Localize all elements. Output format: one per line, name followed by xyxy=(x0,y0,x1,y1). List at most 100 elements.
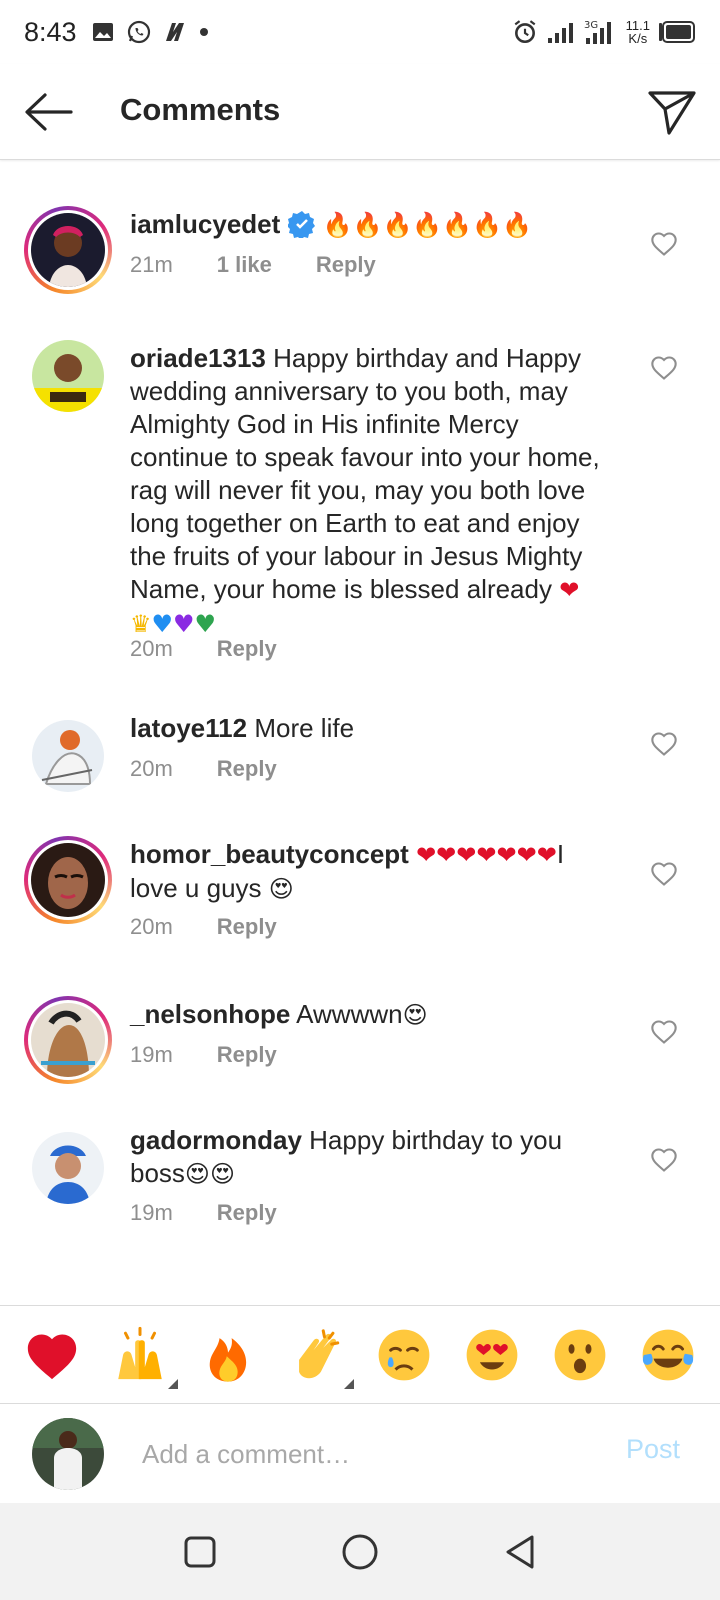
comment-meta: 20m Reply xyxy=(130,636,277,662)
reaction-crying-face[interactable] xyxy=(372,1323,436,1387)
comment-emojis: 😍 xyxy=(268,875,294,903)
comment-username[interactable]: latoye112 xyxy=(130,713,247,743)
crying-face-icon xyxy=(378,1329,430,1380)
comment-text: gadormonday Happy birthday to you boss😍😍 xyxy=(130,1124,610,1191)
direct-send-icon xyxy=(648,91,696,135)
reply-button[interactable]: Reply xyxy=(217,1200,277,1226)
share-button[interactable] xyxy=(644,86,700,138)
net-speed-unit: K/s xyxy=(628,31,648,46)
comment-username[interactable]: oriade1313 xyxy=(130,343,266,373)
comment-message: Awwwwn xyxy=(296,999,403,1029)
n-app-icon xyxy=(165,23,184,41)
current-user-avatar xyxy=(32,1418,104,1490)
comment-meta: 19m Reply xyxy=(130,1042,277,1068)
reaction-heart-eyes-face[interactable] xyxy=(460,1323,524,1387)
avatar-story-ring[interactable] xyxy=(24,206,112,294)
comment-username[interactable]: homor_beautyconcept xyxy=(130,839,409,869)
reaction-clapping-hands[interactable] xyxy=(284,1323,354,1389)
avatar xyxy=(32,1132,104,1204)
like-heart-icon[interactable] xyxy=(650,1146,678,1174)
comment-emojis: 😍 xyxy=(402,1001,428,1029)
avatar-story-ring[interactable] xyxy=(24,996,112,1084)
comment-meta: 20m Reply xyxy=(130,756,277,782)
reply-button[interactable]: Reply xyxy=(217,636,277,662)
comment-list: iamlucyedet 🔥🔥🔥🔥🔥🔥🔥 21m 1 like Reply ori… xyxy=(0,160,720,1305)
avatar xyxy=(32,720,104,792)
comment-emojis: 🔥🔥🔥🔥🔥🔥🔥 xyxy=(322,211,532,239)
battery-icon xyxy=(659,21,695,43)
recents-button[interactable] xyxy=(170,1522,230,1582)
heart-eyes-face-icon xyxy=(466,1329,518,1380)
comment-time: 20m xyxy=(130,636,173,661)
home-button[interactable] xyxy=(330,1522,390,1582)
reply-button[interactable]: Reply xyxy=(217,756,277,782)
avatar-wrapper[interactable] xyxy=(24,1124,112,1212)
like-heart-icon[interactable] xyxy=(650,860,678,888)
comment-likes[interactable]: 1 like xyxy=(217,252,272,278)
comment-time: 19m xyxy=(130,1200,173,1225)
reply-button[interactable]: Reply xyxy=(316,252,376,278)
whatsapp-icon xyxy=(127,20,150,44)
verified-badge-icon xyxy=(287,211,315,238)
avatar-wrapper[interactable] xyxy=(24,332,112,420)
signal-4g-icon: 3G xyxy=(584,20,611,44)
comment-time: 20m xyxy=(130,914,173,939)
comment-time: 21m xyxy=(130,252,173,277)
avatar xyxy=(32,340,104,412)
post-button[interactable]: Post xyxy=(626,1434,680,1465)
svg-text:3G: 3G xyxy=(584,20,598,31)
comment-username[interactable]: _nelsonhope xyxy=(130,999,290,1029)
comment-username[interactable]: gadormonday xyxy=(130,1125,302,1155)
comment-meta: 19m Reply xyxy=(130,1200,277,1226)
comment-message: Happy birthday and Happy wedding anniver… xyxy=(130,343,600,604)
avatar-wrapper[interactable] xyxy=(24,712,112,800)
comment-time: 20m xyxy=(130,756,173,781)
recents-square-icon xyxy=(184,1536,216,1567)
comment-meta: 21m 1 like Reply xyxy=(130,252,376,278)
reaction-raised-hands[interactable] xyxy=(108,1323,178,1389)
comment-composer: Post xyxy=(0,1403,720,1503)
avatar-story-ring[interactable] xyxy=(24,836,112,924)
back-triangle-icon xyxy=(506,1535,534,1568)
header: Comments xyxy=(0,64,720,160)
comment-text: oriade1313 Happy birthday and Happy wedd… xyxy=(130,342,610,641)
comment-meta: 20m Reply xyxy=(130,914,277,940)
avatar xyxy=(31,213,105,287)
system-nav-bar xyxy=(0,1503,720,1600)
like-heart-icon[interactable] xyxy=(650,1018,678,1046)
comment-message: More life xyxy=(254,713,355,743)
like-heart-icon[interactable] xyxy=(650,730,678,758)
signal-icon xyxy=(547,23,573,43)
status-right: 3G 11.1 K/s xyxy=(512,0,696,64)
reaction-tears-of-joy-face[interactable] xyxy=(636,1323,700,1387)
like-heart-icon[interactable] xyxy=(650,354,678,382)
back-nav-button[interactable] xyxy=(490,1522,550,1582)
gallery-icon xyxy=(92,23,113,41)
alarm-icon xyxy=(514,20,536,44)
avatar xyxy=(31,1003,105,1077)
reaction-red-heart[interactable] xyxy=(20,1323,84,1387)
comment-text: latoye112 More life xyxy=(130,712,610,745)
comment-time: 19m xyxy=(130,1042,173,1067)
comment-text: homor_beautyconcept ❤❤❤❤❤❤❤I love u guys… xyxy=(130,838,610,906)
reaction-surprised-face[interactable] xyxy=(548,1323,612,1387)
comment-text: iamlucyedet 🔥🔥🔥🔥🔥🔥🔥 xyxy=(130,208,610,242)
comment-username[interactable]: iamlucyedet xyxy=(130,209,280,239)
back-arrow-icon xyxy=(25,93,73,131)
like-heart-icon[interactable] xyxy=(650,230,678,258)
status-bar: 8:43 3G 11.1 K/s xyxy=(0,0,720,64)
reply-button[interactable]: Reply xyxy=(217,1042,277,1068)
comment-emojis-before: ❤❤❤❤❤❤❤ xyxy=(416,841,557,869)
status-time: 8:43 xyxy=(24,16,77,47)
comment-input[interactable] xyxy=(142,1432,572,1476)
page-title: Comments xyxy=(120,92,281,127)
back-button[interactable] xyxy=(20,88,76,136)
reaction-fire[interactable] xyxy=(196,1323,260,1387)
quick-reactions-bar xyxy=(0,1305,720,1403)
surprised-face-icon xyxy=(554,1329,606,1380)
clapping-hands-icon xyxy=(299,1328,340,1378)
network-speed: 11.1 K/s xyxy=(626,19,650,45)
home-circle-icon xyxy=(342,1534,378,1569)
red-heart-icon xyxy=(27,1333,77,1379)
reply-button[interactable]: Reply xyxy=(217,914,277,940)
